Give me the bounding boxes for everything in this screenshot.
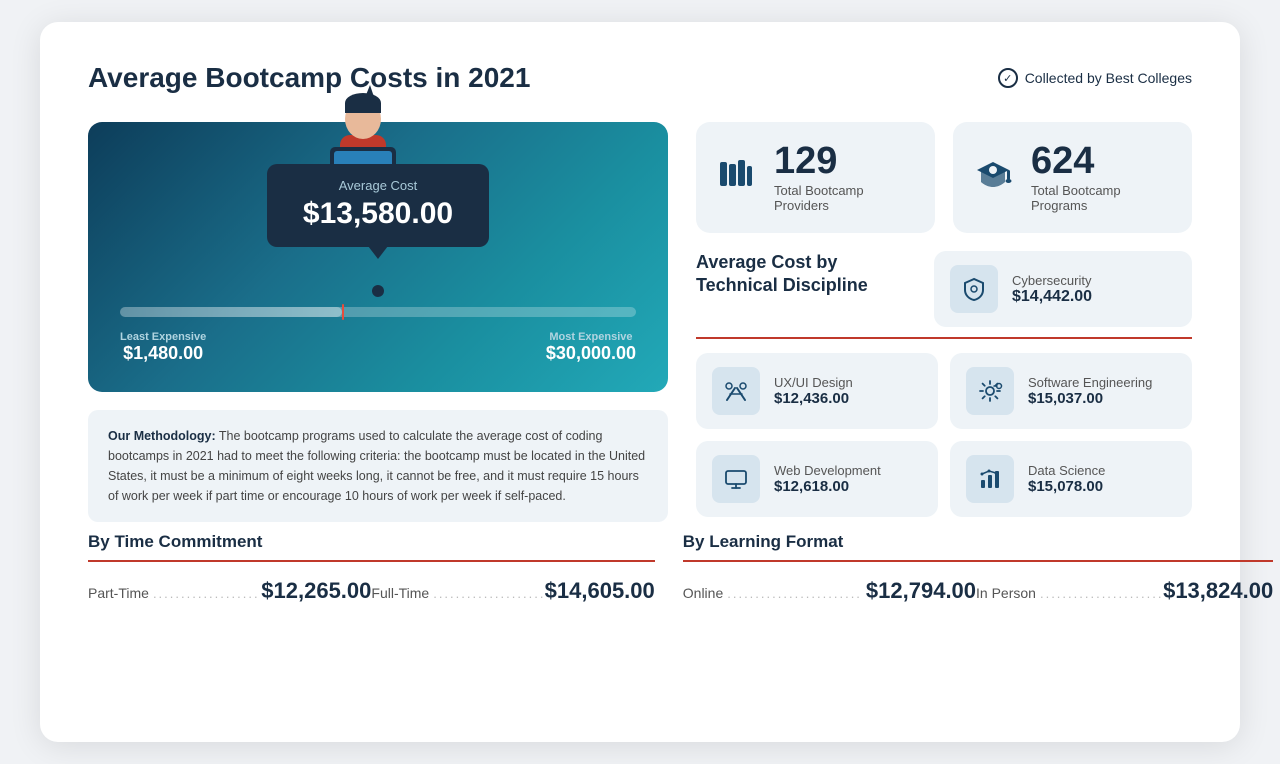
software-info: Software Engineering $15,037.00: [1028, 375, 1152, 407]
online-dots: ........................: [725, 586, 864, 601]
programs-number: 624: [1031, 142, 1121, 180]
by-time-block: By Time Commitment Part-Time............…: [88, 532, 655, 604]
cost-range: Least Expensive $1,480.00 Most Expensive…: [120, 331, 636, 364]
main-layout: Average Cost $13,580.00 Least Expensive …: [88, 122, 1192, 522]
discipline-header: Average Cost by Technical Discipline Cyb…: [696, 251, 1192, 327]
uxui-info: UX/UI Design $12,436.00: [774, 375, 853, 407]
by-format-block: By Learning Format Online...............…: [683, 532, 1273, 604]
avg-cost-value: $13,580.00: [303, 197, 453, 231]
discipline-card-data: Data Science $15,078.00: [950, 441, 1192, 517]
inperson-label: In Person: [976, 585, 1036, 601]
chart-icon: [966, 455, 1014, 503]
stat-card-programs: 624 Total BootcampPrograms: [953, 122, 1192, 233]
stat-providers-info: 129 Total BootcampProviders: [774, 142, 864, 213]
full-time-value: $14,605.00: [545, 578, 655, 604]
online-item: Online........................ $12,794.0…: [683, 578, 976, 604]
providers-label: Total BootcampProviders: [774, 183, 864, 213]
part-time-dots: ........................: [151, 586, 259, 601]
stat-card-providers: 129 Total BootcampProviders: [696, 122, 935, 233]
uxui-value: $12,436.00: [774, 390, 853, 407]
programs-label: Total BootcampPrograms: [1031, 183, 1121, 213]
slider-dot: [372, 285, 384, 297]
by-time-row: Part-Time........................ $12,26…: [88, 578, 655, 604]
full-time-dots: ........................: [431, 586, 542, 601]
cybersecurity-label: Cybersecurity: [1012, 273, 1092, 288]
discipline-title: Average Cost by Technical Discipline: [696, 251, 916, 298]
inperson-dots: ........................: [1038, 586, 1161, 601]
discipline-card-software: Software Engineering $15,037.00: [950, 353, 1192, 429]
shield-icon: [950, 265, 998, 313]
main-card: Average Bootcamp Costs in 2021 ✓ Collect…: [40, 22, 1240, 742]
data-label: Data Science: [1028, 463, 1105, 478]
software-value: $15,037.00: [1028, 390, 1152, 407]
by-format-title: By Learning Format: [683, 532, 1273, 552]
data-info: Data Science $15,078.00: [1028, 463, 1105, 495]
gear-icon: [966, 367, 1014, 415]
part-time-label: Part-Time: [88, 585, 149, 601]
cybersecurity-info: Cybersecurity $14,442.00: [1012, 273, 1092, 306]
methodology-box: Our Methodology: The bootcamp programs u…: [88, 410, 668, 522]
web-value: $12,618.00: [774, 478, 881, 495]
left-panel: Average Cost $13,580.00 Least Expensive …: [88, 122, 668, 522]
discipline-card-uxui: UX/UI Design $12,436.00: [696, 353, 938, 429]
graduation-icon: [973, 154, 1013, 202]
most-expensive: Most Expensive $30,000.00: [546, 331, 636, 364]
providers-number: 129: [774, 142, 864, 180]
least-expensive: Least Expensive $1,480.00: [120, 331, 206, 364]
avg-cost-bubble: Average Cost $13,580.00: [267, 164, 489, 247]
full-time-item: Full-Time........................ $14,60…: [371, 578, 654, 604]
header: Average Bootcamp Costs in 2021 ✓ Collect…: [88, 62, 1192, 94]
software-label: Software Engineering: [1028, 375, 1152, 390]
stats-row: 129 Total BootcampProviders: [696, 122, 1192, 233]
discipline-divider: [696, 337, 1192, 339]
slider-track: [120, 307, 636, 317]
online-value: $12,794.00: [866, 578, 976, 604]
monitor-icon: [712, 455, 760, 503]
discipline-card-web: Web Development $12,618.00: [696, 441, 938, 517]
online-label: Online: [683, 585, 723, 601]
cost-card: Average Cost $13,580.00 Least Expensive …: [88, 122, 668, 392]
inperson-item: In Person........................ $13,82…: [976, 578, 1273, 604]
discipline-grid: UX/UI Design $12,436.00: [696, 353, 1192, 517]
by-time-divider: [88, 560, 655, 562]
avg-cost-label: Average Cost: [303, 178, 453, 193]
bottom-section: By Time Commitment Part-Time............…: [88, 532, 1192, 604]
by-time-title: By Time Commitment: [88, 532, 655, 552]
check-circle-icon: ✓: [998, 68, 1018, 88]
right-panel: 129 Total BootcampProviders: [696, 122, 1192, 522]
part-time-value: $12,265.00: [261, 578, 371, 604]
cybersecurity-value: $14,442.00: [1012, 288, 1092, 306]
stat-programs-info: 624 Total BootcampPrograms: [1031, 142, 1121, 213]
design-icon: [712, 367, 760, 415]
part-time-item: Part-Time........................ $12,26…: [88, 578, 371, 604]
discipline-section: Average Cost by Technical Discipline Cyb…: [696, 251, 1192, 517]
by-format-divider: [683, 560, 1273, 562]
full-time-label: Full-Time: [371, 585, 429, 601]
inperson-value: $13,824.00: [1163, 578, 1273, 604]
by-format-row: Online........................ $12,794.0…: [683, 578, 1273, 604]
discipline-card-cybersecurity: Cybersecurity $14,442.00: [934, 251, 1192, 327]
uxui-label: UX/UI Design: [774, 375, 853, 390]
books-icon: [716, 154, 756, 202]
data-value: $15,078.00: [1028, 478, 1105, 495]
methodology-bold: Our Methodology:: [108, 429, 216, 443]
web-info: Web Development $12,618.00: [774, 463, 881, 495]
collected-by: ✓ Collected by Best Colleges: [998, 68, 1192, 88]
web-label: Web Development: [774, 463, 881, 478]
cost-card-inner: Average Cost $13,580.00: [120, 164, 636, 265]
